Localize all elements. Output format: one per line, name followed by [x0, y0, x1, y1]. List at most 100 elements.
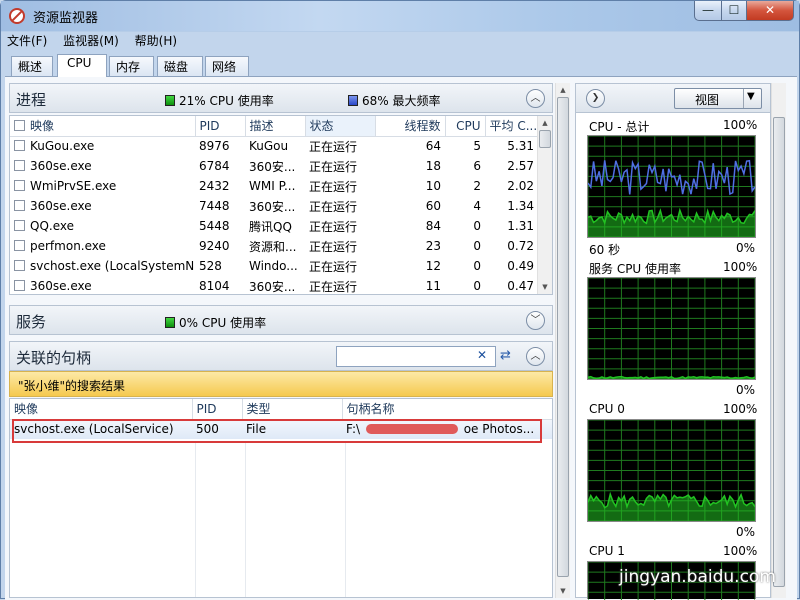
highlight-box: [12, 419, 542, 443]
tab-overview[interactable]: 概述: [11, 56, 53, 76]
process-threads: 10: [425, 179, 441, 193]
col-handle-name[interactable]: 句柄名称: [342, 399, 552, 420]
process-checkbox[interactable]: [14, 200, 25, 211]
process-checkbox[interactable]: [14, 140, 25, 152]
search-result-text: "张小维"的搜索结果: [18, 379, 126, 393]
refresh-search-icon[interactable]: ⇄: [500, 348, 511, 363]
process-image: QQ.exe: [10, 216, 195, 236]
process-checkbox[interactable]: [14, 160, 25, 171]
col-handle-type[interactable]: 类型: [242, 399, 343, 420]
col-description[interactable]: 描述: [245, 116, 306, 137]
table-row[interactable]: 360se.exe 7448 360安... 正在运行 60 4 1.34: [10, 196, 538, 216]
graph-scroll-thumb[interactable]: [773, 117, 785, 587]
menu-file[interactable]: 文件(F): [7, 34, 47, 48]
handle-search-input[interactable]: [339, 348, 475, 365]
process-avg-cpu: 0.72: [507, 239, 534, 253]
process-pid: 5448: [199, 219, 230, 233]
table-row[interactable]: svchost.exe (LocalSystemN... 528 Windo... 正…: [10, 256, 538, 276]
view-button[interactable]: 视图 ▼: [674, 88, 762, 109]
processes-table: 映像 PID 描述 状态 线程数 CPU 平均 C... KuGou.exe 89…: [10, 116, 539, 294]
process-status: 正在运行: [309, 259, 358, 274]
scroll-up-arrow[interactable]: ▲: [538, 116, 552, 130]
table-row[interactable]: QQ.exe 5448 腾讯QQ 正在运行 84 0 1.31: [10, 216, 538, 236]
scroll-down-arrow[interactable]: ▼: [538, 280, 552, 294]
process-checkbox[interactable]: [14, 260, 25, 271]
process-avg-cpu: 2.57: [507, 159, 534, 173]
tab-disk[interactable]: 磁盘: [157, 56, 203, 76]
process-checkbox[interactable]: [14, 280, 25, 291]
cpu-usage-text: 21% CPU 使用率: [179, 94, 274, 108]
minimize-button[interactable]: —: [694, 1, 722, 21]
table-row[interactable]: 360se.exe 8104 360安... 正在运行 11 0 0.47: [10, 276, 538, 294]
graph-cpu0-title: CPU 0: [589, 402, 625, 416]
tab-cpu[interactable]: CPU: [57, 54, 107, 77]
graph-scrollbar[interactable]: [771, 83, 786, 598]
graph-total-max: 100%: [723, 118, 758, 132]
graph-total-title: CPU - 总计: [589, 120, 650, 134]
collapse-graphs-button[interactable]: ❯: [586, 89, 605, 108]
process-cpu: 0: [473, 239, 481, 253]
title-bar[interactable]: 资源监视器 — ☐ ✕: [1, 1, 799, 31]
col-threads[interactable]: 线程数: [375, 116, 446, 137]
process-description: Windo...: [249, 259, 298, 273]
col-avg-cpu[interactable]: 平均 C...: [485, 116, 539, 137]
cpu-usage-legend: 21% CPU 使用率: [165, 92, 274, 109]
process-threads: 11: [425, 279, 441, 293]
process-avg-cpu: 0.47: [507, 279, 534, 293]
main-scrollbar[interactable]: ▲ ▼: [555, 83, 570, 598]
window-title: 资源监视器: [33, 11, 99, 26]
watermark: jingyan.baidu.com: [619, 567, 776, 587]
collapse-handles-button[interactable]: ︿: [526, 347, 545, 366]
col-status[interactable]: 状态: [305, 116, 376, 137]
processes-header[interactable]: 进程 21% CPU 使用率 68% 最大频率 ︿: [9, 83, 553, 113]
maximize-button[interactable]: ☐: [721, 1, 747, 21]
collapse-processes-button[interactable]: ︿: [526, 89, 545, 108]
select-all-checkbox[interactable]: [14, 120, 25, 132]
process-checkbox[interactable]: [14, 180, 25, 191]
menu-help[interactable]: 帮助(H): [135, 34, 177, 48]
col-image[interactable]: 映像: [10, 116, 196, 137]
process-avg-cpu: 2.02: [507, 179, 534, 193]
main-scroll-thumb[interactable]: [557, 97, 569, 577]
col-cpu[interactable]: CPU: [445, 116, 486, 137]
process-image: 360se.exe: [10, 276, 195, 294]
process-status: 正在运行: [309, 179, 358, 194]
col-pid[interactable]: PID: [195, 116, 246, 137]
table-row[interactable]: 360se.exe 6784 360安... 正在运行 18 6 2.57: [10, 156, 538, 176]
process-pid: 9240: [199, 239, 230, 253]
graph-service-title: 服务 CPU 使用率: [589, 262, 682, 276]
menu-bar: 文件(F) 监视器(M) 帮助(H): [7, 32, 189, 52]
services-title: 服务: [16, 313, 47, 331]
expand-services-button[interactable]: ﹀: [526, 311, 545, 330]
graph-cpu0-max: 100%: [723, 402, 758, 416]
process-avg-cpu: 5.31: [507, 139, 534, 154]
processes-scrollbar[interactable]: ▲ ▼: [537, 116, 552, 294]
table-row[interactable]: perfmon.exe 9240 资源和... 正在运行 23 0 0.72: [10, 236, 538, 256]
scroll-thumb[interactable]: [539, 130, 551, 148]
clear-search-icon[interactable]: ✕: [477, 348, 487, 362]
close-button[interactable]: ✕: [746, 1, 794, 21]
handles-header-row: 映像 PID 类型 句柄名称: [10, 399, 552, 420]
handles-header[interactable]: 关联的句柄 ✕ ⇄ ︿: [9, 341, 553, 371]
col-handle-pid[interactable]: PID: [192, 399, 243, 420]
col-handle-image[interactable]: 映像: [10, 399, 193, 420]
max-frequency-text: 68% 最大频率: [362, 94, 441, 108]
process-status: 正在运行: [309, 199, 358, 214]
table-row[interactable]: KuGou.exe 8976 KuGou 正在运行 64 5 5.31: [10, 136, 538, 156]
process-checkbox[interactable]: [14, 240, 25, 251]
menu-monitor[interactable]: 监视器(M): [63, 34, 119, 48]
tab-network[interactable]: 网络: [205, 56, 249, 76]
process-pid: 2432: [199, 179, 230, 193]
tab-memory[interactable]: 内存: [109, 56, 154, 76]
services-header[interactable]: 服务 0% CPU 使用率 ﹀: [9, 305, 553, 335]
max-frequency-swatch: [348, 95, 358, 106]
table-row[interactable]: WmiPrvSE.exe 2432 WMI P... 正在运行 10 2 2.02: [10, 176, 538, 196]
process-description: 360安...: [249, 199, 296, 214]
main-scroll-down[interactable]: ▼: [556, 584, 570, 598]
view-dropdown-icon[interactable]: ▼: [747, 91, 755, 102]
process-cpu: 0: [473, 219, 481, 233]
process-description: WMI P...: [249, 179, 296, 193]
main-scroll-up[interactable]: ▲: [556, 83, 570, 97]
process-checkbox[interactable]: [14, 220, 25, 231]
graph-cpu-total: [587, 135, 756, 238]
